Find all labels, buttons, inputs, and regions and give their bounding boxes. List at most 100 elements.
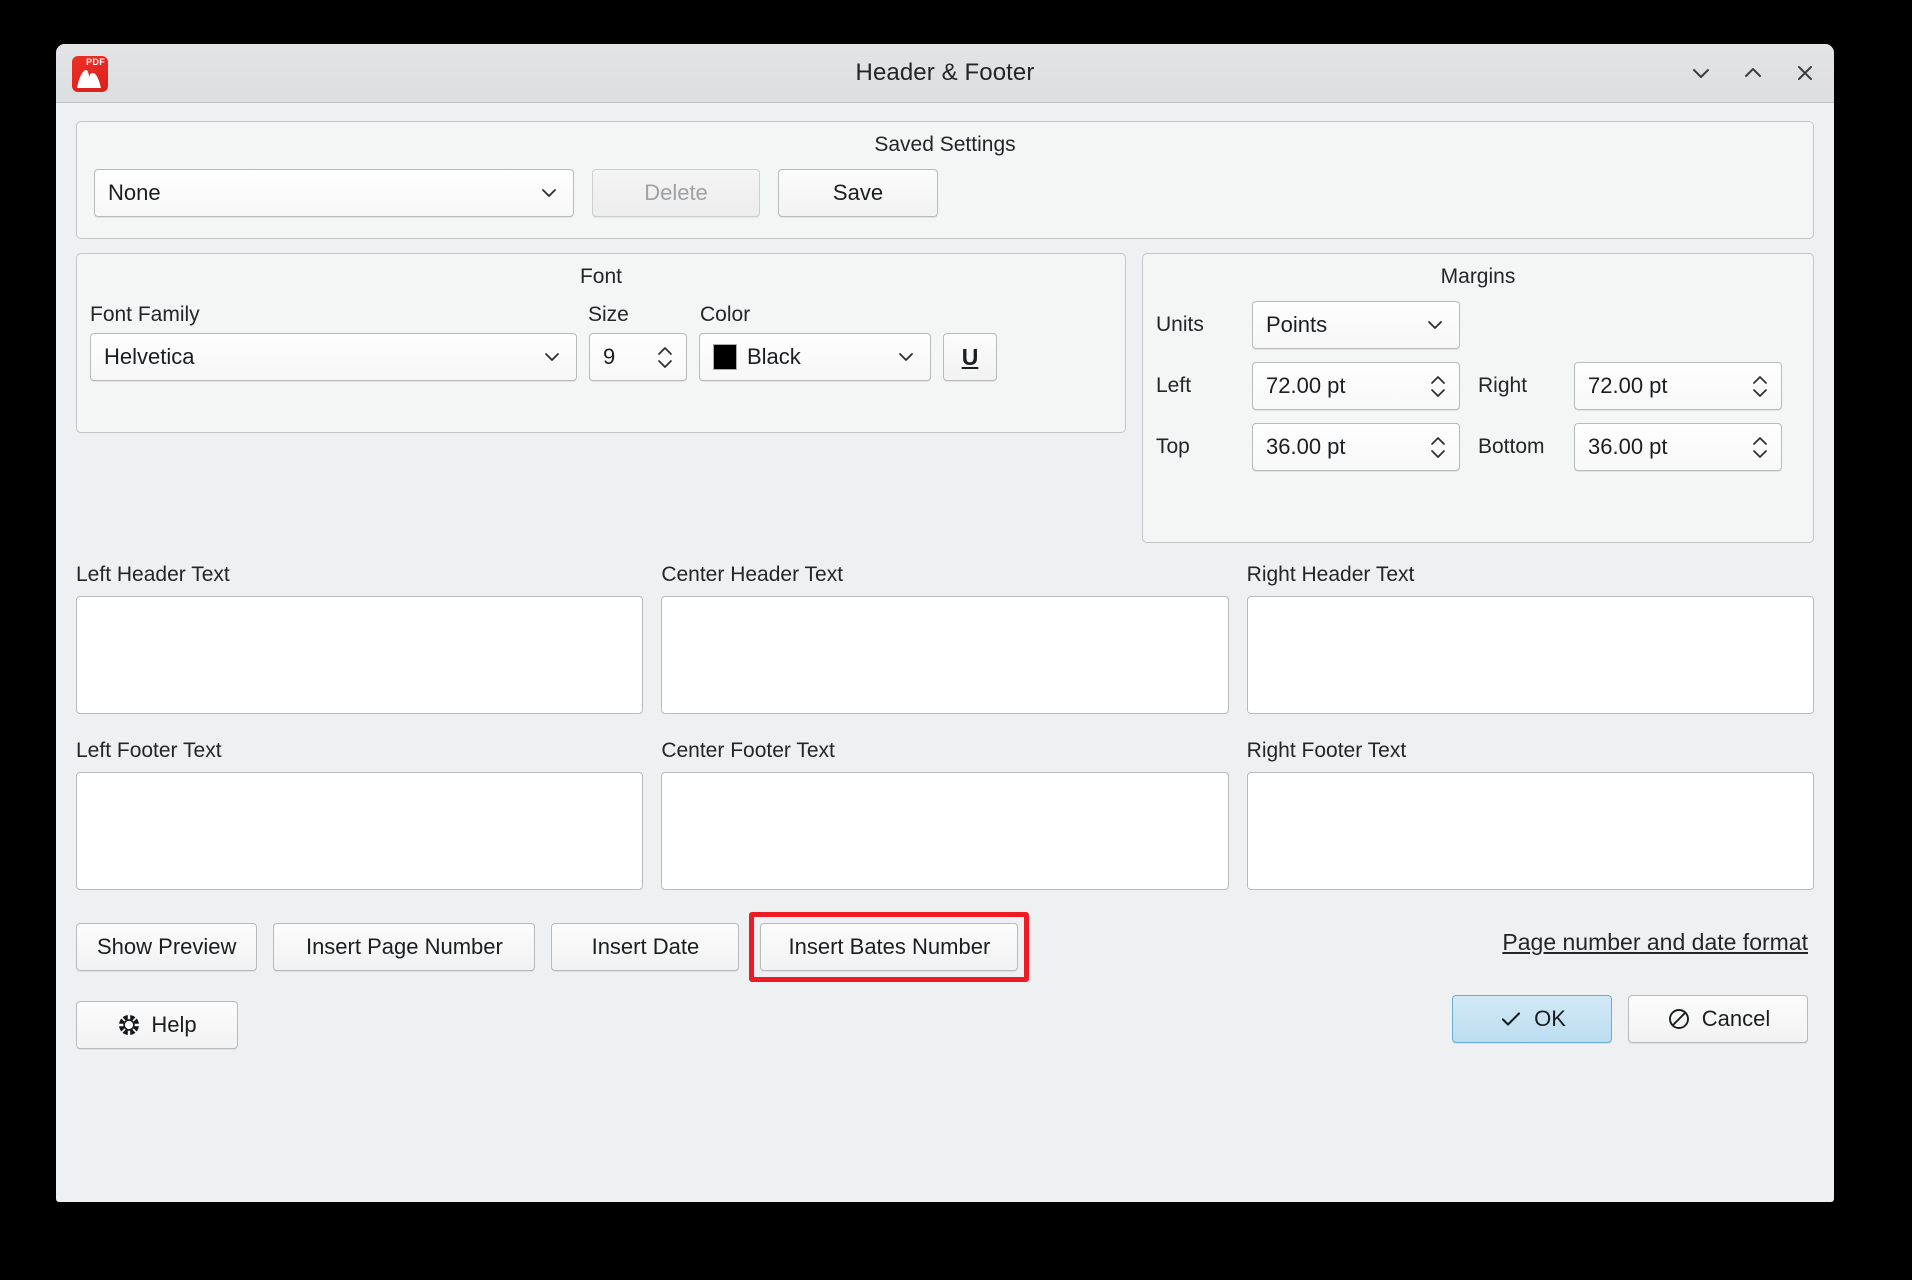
ok-button[interactable]: OK	[1452, 995, 1612, 1043]
header-text-fields	[76, 596, 1814, 719]
font-size-stepper[interactable]: 9	[589, 333, 687, 381]
margins-units-label: Units	[1156, 313, 1252, 337]
margin-right-value: 72.00 pt	[1575, 373, 1751, 399]
margin-top-stepper[interactable]: 36.00 pt	[1252, 423, 1460, 471]
margins-units-value: Points	[1253, 312, 1419, 338]
header-text-labels: Left Header Text Center Header Text Righ…	[76, 563, 1814, 596]
dialog-body: Saved Settings None Delete Save Font Fon…	[56, 103, 1834, 1202]
close-icon	[1794, 62, 1816, 84]
margins-units-row: Units Points	[1156, 301, 1813, 349]
font-labels-row: Font Family Size Color	[77, 289, 1125, 327]
underline-toggle-button[interactable]: U	[943, 333, 997, 381]
center-header-text-input[interactable]	[661, 596, 1228, 714]
font-family-select[interactable]: Helvetica	[90, 333, 577, 381]
chevron-down-icon	[536, 347, 576, 367]
font-color-value: Black	[737, 344, 890, 370]
insert-bates-number-highlight: Insert Bates Number	[749, 912, 1029, 982]
show-preview-button[interactable]: Show Preview	[76, 923, 257, 971]
margin-right-label: Right	[1460, 374, 1574, 398]
insert-date-button[interactable]: Insert Date	[551, 923, 739, 971]
font-color-label: Color	[700, 303, 750, 327]
margin-left-label: Left	[1156, 374, 1252, 398]
font-family-value: Helvetica	[91, 344, 536, 370]
spinner-arrows-icon[interactable]	[1429, 375, 1459, 398]
saved-settings-preset-select[interactable]: None	[94, 169, 574, 217]
cancel-button-label: Cancel	[1702, 1006, 1770, 1032]
margin-top-value: 36.00 pt	[1253, 434, 1429, 460]
pdf-app-icon: PDF	[72, 56, 108, 92]
font-color-select[interactable]: Black	[699, 333, 931, 381]
confirm-buttons: OK Cancel	[1452, 995, 1808, 1043]
margin-top-label: Top	[1156, 435, 1252, 459]
margin-bottom-label: Bottom	[1460, 435, 1574, 459]
chevron-down-icon	[1419, 315, 1459, 335]
spinner-arrows-icon[interactable]	[1751, 375, 1781, 398]
left-header-text-label: Left Header Text	[76, 563, 643, 587]
ok-button-label: OK	[1534, 1006, 1566, 1032]
chevron-up-icon	[1742, 62, 1764, 84]
margin-right-stepper[interactable]: 72.00 pt	[1574, 362, 1782, 410]
chevron-down-icon	[533, 183, 573, 203]
insert-page-number-button[interactable]: Insert Page Number	[273, 923, 535, 971]
title-bar: PDF Header & Footer	[56, 44, 1834, 103]
app-icon-badge-label: PDF	[86, 58, 105, 67]
font-margins-row: Font Font Family Size Color Helvetica 9	[76, 253, 1814, 543]
window-controls	[1686, 44, 1820, 102]
save-preset-button[interactable]: Save	[778, 169, 938, 217]
close-button[interactable]	[1790, 58, 1820, 88]
lifebuoy-icon	[117, 1013, 141, 1037]
dialog-buttons-row: Help OK Cancel	[76, 995, 1814, 1055]
left-header-text-input[interactable]	[76, 596, 643, 714]
footer-text-fields	[76, 772, 1814, 895]
right-footer-text-input[interactable]	[1247, 772, 1814, 890]
font-family-label: Font Family	[90, 303, 588, 327]
cancel-button[interactable]: Cancel	[1628, 995, 1808, 1043]
saved-settings-group: Saved Settings None Delete Save	[76, 121, 1814, 239]
left-footer-text-input[interactable]	[76, 772, 643, 890]
font-controls-row: Helvetica 9 Black	[77, 327, 1125, 381]
insert-bates-number-button[interactable]: Insert Bates Number	[760, 923, 1018, 971]
minimize-button[interactable]	[1686, 58, 1716, 88]
right-header-text-input[interactable]	[1247, 596, 1814, 714]
font-size-value: 9	[590, 344, 656, 370]
margins-units-select[interactable]: Points	[1252, 301, 1460, 349]
center-header-text-label: Center Header Text	[661, 563, 1228, 587]
delete-preset-button[interactable]: Delete	[592, 169, 760, 217]
margins-top-bottom-row: Top 36.00 pt Bottom 36.00 pt	[1156, 423, 1813, 471]
margin-left-stepper[interactable]: 72.00 pt	[1252, 362, 1460, 410]
chevron-down-icon	[1690, 62, 1712, 84]
spinner-arrows-icon[interactable]	[656, 346, 686, 369]
insert-actions-row: Show Preview Insert Page Number Insert D…	[76, 917, 1814, 977]
right-footer-text-label: Right Footer Text	[1247, 739, 1814, 763]
chevron-down-icon	[890, 347, 930, 367]
footer-text-labels: Left Footer Text Center Footer Text Righ…	[76, 739, 1814, 772]
center-footer-text-input[interactable]	[661, 772, 1228, 890]
margins-group-title: Margins	[1143, 254, 1813, 289]
saved-settings-title: Saved Settings	[77, 122, 1813, 157]
margin-bottom-value: 36.00 pt	[1575, 434, 1751, 460]
help-button[interactable]: Help	[76, 1001, 238, 1049]
checkmark-icon	[1498, 1006, 1524, 1032]
font-group: Font Font Family Size Color Helvetica 9	[76, 253, 1126, 433]
spinner-arrows-icon[interactable]	[1429, 436, 1459, 459]
no-entry-icon	[1666, 1006, 1692, 1032]
help-button-label: Help	[151, 1012, 196, 1038]
margin-bottom-stepper[interactable]: 36.00 pt	[1574, 423, 1782, 471]
font-group-title: Font	[77, 254, 1125, 289]
saved-settings-row: None Delete Save	[77, 157, 1813, 217]
font-size-label: Size	[588, 303, 700, 327]
margins-group: Margins Units Points Left	[1142, 253, 1814, 543]
margin-left-value: 72.00 pt	[1253, 373, 1429, 399]
spinner-arrows-icon[interactable]	[1751, 436, 1781, 459]
margins-left-right-row: Left 72.00 pt Right 72.00 pt	[1156, 362, 1813, 410]
right-header-text-label: Right Header Text	[1247, 563, 1814, 587]
footer-text-block: Left Footer Text Center Footer Text Righ…	[76, 739, 1814, 895]
header-footer-dialog: PDF Header & Footer	[56, 44, 1834, 1202]
maximize-button[interactable]	[1738, 58, 1768, 88]
window-title: Header & Footer	[56, 59, 1834, 87]
margins-fields: Units Points Left 72.00 pt	[1143, 289, 1813, 471]
center-footer-text-label: Center Footer Text	[661, 739, 1228, 763]
header-text-block: Left Header Text Center Header Text Righ…	[76, 563, 1814, 719]
page-number-date-format-link[interactable]: Page number and date format	[1502, 929, 1808, 956]
left-footer-text-label: Left Footer Text	[76, 739, 643, 763]
